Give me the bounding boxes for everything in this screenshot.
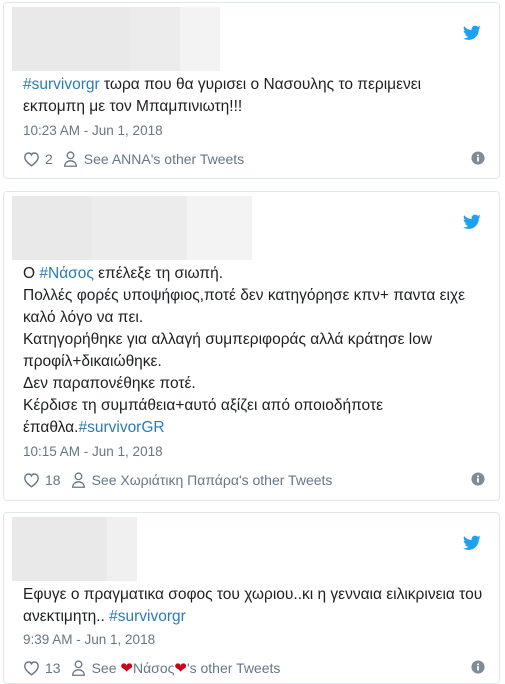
twitter-bird-icon[interactable] <box>463 535 481 551</box>
person-icon <box>63 151 78 167</box>
like-count: 2 <box>45 151 53 167</box>
twitter-bird-icon[interactable] <box>463 214 481 230</box>
tweet-card[interactable]: Εφυγε ο πραγματικα σοφος του χωριου..κι … <box>3 512 500 684</box>
blurred-author-header <box>12 196 252 260</box>
see-other-tweets-link[interactable]: See Χωριάτικη Παπάρα's other Tweets <box>92 472 333 488</box>
info-icon[interactable] <box>471 151 485 165</box>
tweet-timestamp[interactable]: 10:23 AM - Jun 1, 2018 <box>23 123 163 138</box>
tweet-text: Εφυγε ο πραγματικα σοφος του χωριου..κι … <box>23 586 491 625</box>
see-other-tweets-link[interactable]: See ANNA's other Tweets <box>84 151 244 167</box>
tweet-text: #survivorgr τωρα που θα γυρισει ο Νασουλ… <box>23 76 426 115</box>
person-icon <box>71 472 86 488</box>
like-count: 13 <box>45 660 61 676</box>
heart-icon[interactable] <box>23 151 40 167</box>
see-other-tweets-link[interactable]: See ❤Νάσος❤'s other Tweets <box>92 659 281 677</box>
hashtag-link[interactable]: #survivorgr <box>23 76 100 93</box>
tweet-actions: 2 See ANNA's other Tweets <box>23 149 485 169</box>
hashtag-link[interactable]: #survivorGR <box>78 419 164 436</box>
twitter-bird-icon[interactable] <box>463 25 481 41</box>
blurred-author-header <box>12 7 220 71</box>
tweet-card[interactable]: Ο #Νάσος επέλεξε τη σιωπή. Πολλές φορές … <box>3 191 500 501</box>
heart-icon[interactable] <box>23 660 40 676</box>
tweet-timestamp[interactable]: 9:39 AM - Jun 1, 2018 <box>23 632 155 647</box>
info-icon[interactable] <box>471 660 485 674</box>
tweet-card[interactable]: #survivorgr τωρα που θα γυρισει ο Νασουλ… <box>3 2 500 179</box>
tweet-actions: 13 See ❤Νάσος❤'s other Tweets <box>23 658 485 678</box>
heart-icon[interactable] <box>23 472 40 488</box>
tweet-text: Ο #Νάσος επέλεξε τη σιωπή. Πολλές φορές … <box>23 265 470 436</box>
hashtag-link[interactable]: #Νάσος <box>39 265 93 282</box>
hashtag-link[interactable]: #survivorgr <box>109 608 186 625</box>
blurred-author-header <box>12 517 137 581</box>
tweet-actions: 18 See Χωριάτικη Παπάρα's other Tweets <box>23 470 485 490</box>
person-icon <box>71 660 86 676</box>
tweet-timestamp[interactable]: 10:15 AM - Jun 1, 2018 <box>23 444 163 459</box>
like-count: 18 <box>45 472 61 488</box>
info-icon[interactable] <box>471 472 485 486</box>
red-heart-icon: ❤ <box>120 660 133 677</box>
red-heart-icon: ❤ <box>174 660 187 677</box>
